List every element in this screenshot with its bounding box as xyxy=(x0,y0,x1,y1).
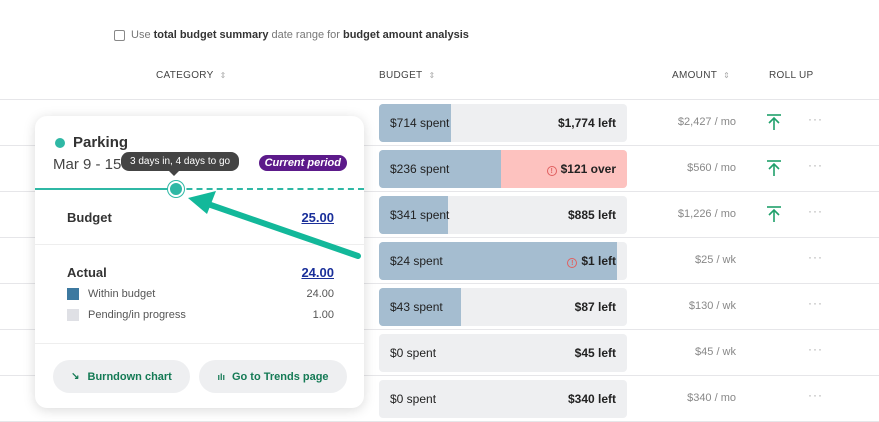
annotation-arrow xyxy=(188,191,361,259)
